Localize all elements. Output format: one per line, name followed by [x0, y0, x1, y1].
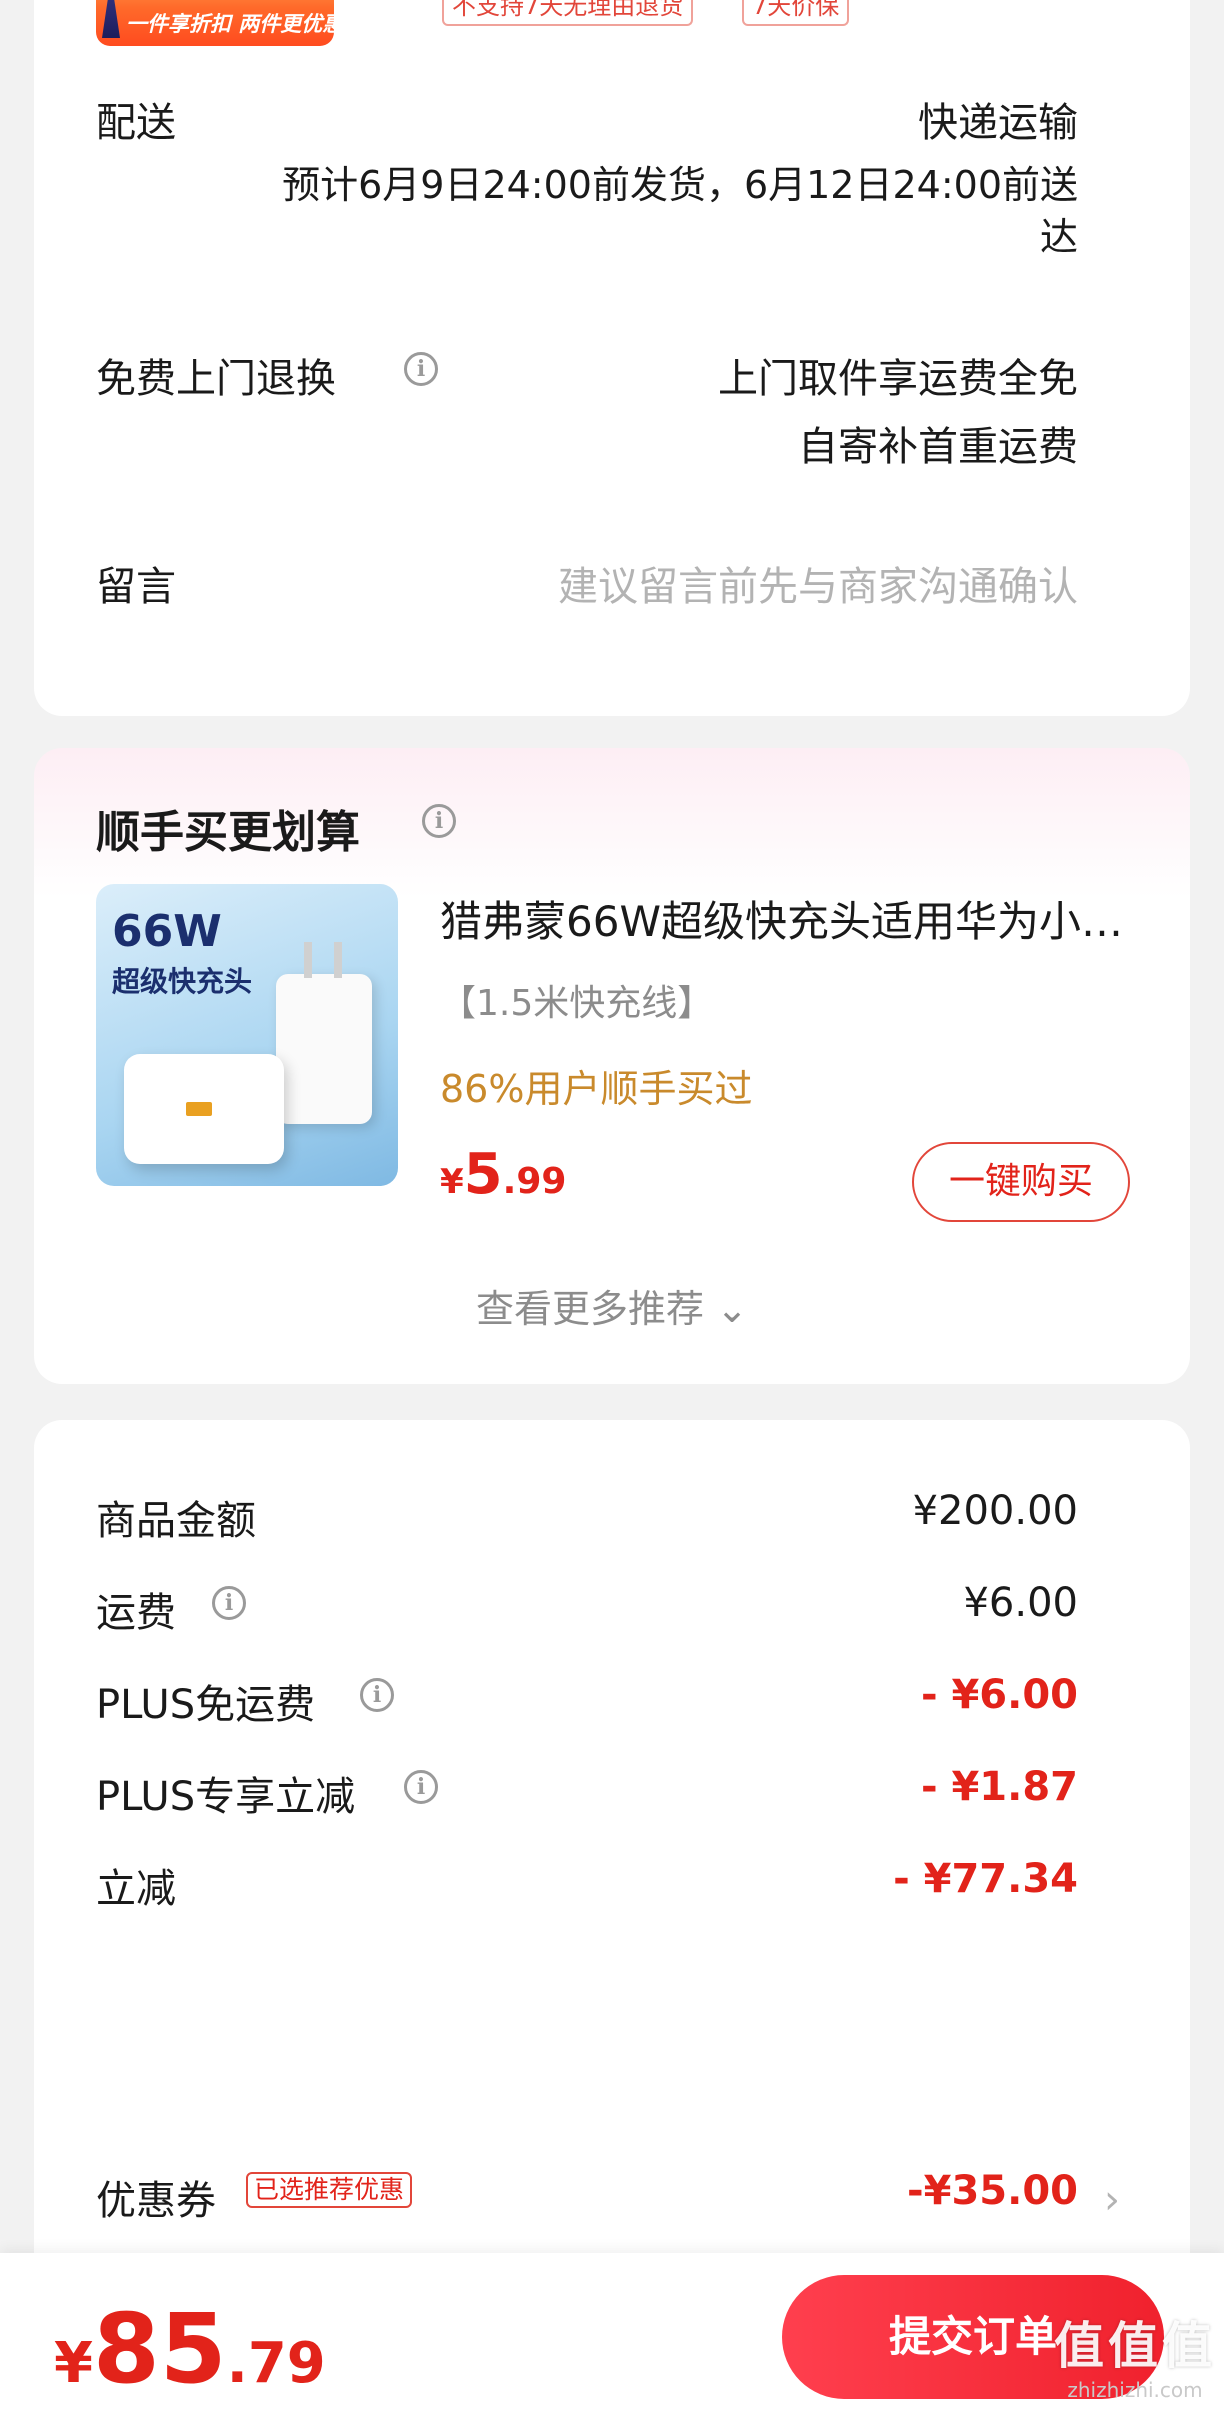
- watermark: 值值值 zhizhizhi.com: [1054, 2306, 1216, 2402]
- promo-banner-image: 一件享折扣 两件更优惠: [96, 0, 334, 46]
- total-currency: ¥: [54, 2331, 93, 2396]
- view-more-recommendations[interactable]: 查看更多推荐 ⌄: [34, 1278, 1190, 1333]
- checkout-bar: ¥85.79 提交订单: [0, 2253, 1224, 2419]
- total-decimal: .79: [226, 2331, 326, 2396]
- message-input[interactable]: 建议留言前先与商家沟通确认: [558, 554, 1078, 612]
- summary-value: ¥6.00: [963, 1580, 1078, 1626]
- no-return-tag: 不支持7天无理由退货: [442, 0, 694, 26]
- price-protect-tag: 7天价保: [742, 0, 850, 26]
- watermark-url: zhizhizhi.com: [1067, 2378, 1203, 2402]
- order-info-card: 一件享折扣 两件更优惠 不支持7天无理由退货 7天价保 配送 快递运输 预计6月…: [34, 0, 1190, 716]
- product-image-subtitle: 超级快充头: [112, 965, 253, 998]
- info-icon[interactable]: i: [212, 1586, 246, 1620]
- delivery-eta-line2: 达: [1039, 215, 1078, 259]
- summary-value: - ¥6.00: [920, 1672, 1078, 1718]
- recommend-title: 顺手买更划算: [96, 807, 360, 858]
- info-icon[interactable]: i: [404, 352, 438, 386]
- product-bought-stat: 86%用户顺手买过: [440, 1067, 753, 1111]
- delivery-method[interactable]: 快递运输: [918, 90, 1078, 148]
- tower-icon: [102, 0, 120, 38]
- total-price: ¥85.79: [54, 2293, 326, 2405]
- message-label: 留言: [96, 564, 176, 610]
- chevron-right-icon[interactable]: ›: [1104, 2177, 1120, 2223]
- product-spec[interactable]: 【1.5米快充线】: [440, 974, 713, 1026]
- product-image[interactable]: 66W 超级快充头: [96, 884, 398, 1186]
- delivery-label: 配送: [96, 100, 176, 146]
- charger-illustration: [124, 1054, 284, 1164]
- summary-value: ¥200.00: [912, 1488, 1078, 1534]
- info-icon[interactable]: i: [404, 1770, 438, 1804]
- price-decimal: .99: [502, 1161, 567, 1202]
- watermark-logo: 值值值: [1054, 2317, 1216, 2375]
- price-integer: 5: [463, 1142, 503, 1207]
- summary-label: PLUS专享立减: [96, 1774, 356, 1820]
- free-return-label: 免费上门退换: [96, 356, 336, 402]
- summary-label: 立减: [96, 1866, 176, 1912]
- summary-value: - ¥77.34: [893, 1856, 1078, 1902]
- coupon-label[interactable]: 优惠券: [96, 2168, 216, 2226]
- product-name[interactable]: 猎弗蒙66W超级快充头适用华为小米苹果手机充电器: [440, 888, 1140, 949]
- free-return-line1: 上门取件享运费全免: [718, 356, 1078, 402]
- promo-banner-text: 一件享折扣 两件更优惠: [126, 12, 334, 36]
- price-currency: ¥: [440, 1162, 464, 1202]
- one-click-buy-button[interactable]: 一键购买: [912, 1142, 1130, 1222]
- recommend-card: 顺手买更划算 i 66W 超级快充头 猎弗蒙66W超级快充头适用华为小米苹果手机…: [34, 748, 1190, 1384]
- info-icon[interactable]: i: [360, 1678, 394, 1712]
- total-integer: 85: [92, 2293, 227, 2405]
- free-return-line2: 自寄补首重运费: [798, 424, 1078, 470]
- summary-label: PLUS免运费: [96, 1682, 316, 1728]
- summary-label: 商品金额: [96, 1498, 256, 1544]
- product-image-title: 66W: [112, 906, 222, 957]
- charger-illustration: [276, 942, 372, 1124]
- delivery-eta-line1: 预计6月9日24:00前发货，6月12日24:00前送: [282, 163, 1078, 207]
- coupon-selected-tag: 已选推荐优惠: [246, 2172, 413, 2208]
- coupon-value[interactable]: -¥35.00: [907, 2168, 1078, 2214]
- summary-value: - ¥1.87: [920, 1764, 1078, 1810]
- product-price: ¥5.99: [440, 1142, 566, 1207]
- summary-label: 运费: [96, 1590, 176, 1636]
- info-icon[interactable]: i: [422, 804, 456, 838]
